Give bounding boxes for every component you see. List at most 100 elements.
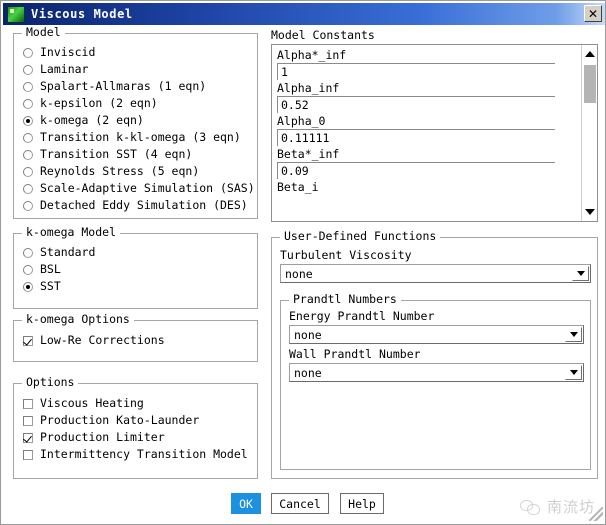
model-radio-transition-sst[interactable]: Transition SST (4 eqn) [21,146,253,163]
chevron-down-icon[interactable] [565,365,582,380]
model-group-title: Model [22,26,65,39]
dropdown-value: none [290,366,322,380]
model-radio-transition-k-kl-omega[interactable]: Transition k-kl-omega (3 eqn) [21,129,253,146]
komega-options-group: k-omega Options Low-Re Corrections [13,320,258,362]
model-radio-label: Detached Eddy Simulation (DES) [40,199,248,212]
model-radio-label: k-omega (2 eqn) [40,114,144,127]
komega-options-group-title: k-omega Options [22,313,134,326]
model-radio-laminar[interactable]: Laminar [21,61,253,78]
option-label: Viscous Heating [40,397,144,410]
energy-prandtl-label: Energy Prandtl Number [289,310,434,323]
model-radio-list: Inviscid Laminar Spalart-Allmaras (1 eqn… [21,44,253,214]
radio-icon[interactable] [23,248,33,258]
checkbox-viscous-heating[interactable]: Viscous Heating [21,395,253,412]
komega-radio-label: Standard [40,246,95,259]
turbulent-viscosity-dropdown[interactable]: none [280,264,591,283]
komega-radio-label: SST [40,280,61,293]
wall-prandtl-dropdown[interactable]: none [289,363,584,382]
komega-radio-sst[interactable]: SST [21,278,253,295]
option-label: Production Kato-Launder [40,414,199,427]
checkbox-intermittency-transition-model[interactable]: Intermittency Transition Model [21,446,253,463]
checkbox-production-limiter[interactable]: Production Limiter [21,429,253,446]
komega-model-group-title: k-omega Model [22,226,120,239]
checkbox-icon-checked[interactable] [23,433,33,443]
model-radio-reynolds-stress[interactable]: Reynolds Stress (5 eqn) [21,163,253,180]
title-bar[interactable]: Viscous Model ✕ [3,3,605,25]
checkbox-icon[interactable] [23,416,33,426]
radio-icon-selected[interactable] [23,116,33,126]
option-label: Intermittency Transition Model [40,448,248,461]
close-icon[interactable]: ✕ [584,5,602,22]
constant-label-clipped: Beta_i [277,180,575,195]
turbulent-viscosity-label: Turbulent Viscosity [280,249,412,262]
checkbox-icon-checked[interactable] [23,336,33,346]
constant-label: Alpha*_inf [277,48,575,63]
options-group-title: Options [22,376,78,389]
prandtl-numbers-group: Prandtl Numbers Energy Prandtl Number no… [280,300,591,470]
model-constants-list: Alpha*_inf Alpha_inf Alpha_0 Beta*_inf B… [272,45,580,221]
komega-model-group: k-omega Model Standard BSL SST [13,233,258,309]
chevron-down-icon[interactable] [572,266,589,281]
help-button[interactable]: Help [340,493,384,514]
energy-prandtl-dropdown[interactable]: none [289,325,584,344]
radio-icon[interactable] [23,48,33,58]
model-radio-des[interactable]: Detached Eddy Simulation (DES) [21,197,253,214]
wall-prandtl-label: Wall Prandtl Number [289,348,421,361]
radio-icon[interactable] [23,99,33,109]
radio-icon[interactable] [23,82,33,92]
dropdown-value: none [281,267,313,281]
komega-radio-list: Standard BSL SST [21,244,253,295]
checkbox-production-kato-launder[interactable]: Production Kato-Launder [21,412,253,429]
komega-radio-label: BSL [40,263,61,276]
cancel-button[interactable]: Cancel [271,493,329,514]
radio-icon[interactable] [23,133,33,143]
model-constants-scrollbar[interactable] [581,45,597,221]
ok-button[interactable]: OK [231,493,261,514]
options-list: Viscous Heating Production Kato-Launder … [21,395,253,463]
radio-icon[interactable] [23,201,33,211]
scrollbar-thumb[interactable] [584,65,596,103]
model-radio-sas[interactable]: Scale-Adaptive Simulation (SAS) [21,180,253,197]
checkbox-icon[interactable] [23,450,33,460]
model-radio-label: Laminar [40,63,88,76]
model-radio-k-epsilon[interactable]: k-epsilon (2 eqn) [21,95,253,112]
constant-input-alpha-star-inf[interactable] [277,63,555,80]
checkbox-low-re-corrections[interactable]: Low-Re Corrections [21,332,253,349]
window-title: Viscous Model [31,7,133,21]
komega-radio-standard[interactable]: Standard [21,244,253,261]
komega-radio-bsl[interactable]: BSL [21,261,253,278]
komega-option-label: Low-Re Corrections [40,334,165,347]
chevron-down-icon[interactable] [565,327,582,342]
viscous-model-dialog: Viscous Model ✕ Model Inviscid Laminar S… [0,0,606,525]
radio-icon[interactable] [23,167,33,177]
model-radio-k-omega[interactable]: k-omega (2 eqn) [21,112,253,129]
udf-group-title: User-Defined Functions [280,230,440,243]
radio-icon[interactable] [23,184,33,194]
constant-input-alpha-inf[interactable] [277,96,555,113]
radio-icon[interactable] [23,150,33,160]
radio-icon[interactable] [23,65,33,75]
dialog-button-bar: OK Cancel Help [3,493,605,519]
dialog-client-area: Model Inviscid Laminar Spalart-Allmaras … [3,26,605,523]
checkbox-icon[interactable] [23,399,33,409]
fluent-app-icon [7,6,25,23]
model-constants-title: Model Constants [271,29,375,42]
resize-grip[interactable] [589,507,603,521]
constant-label: Beta*_inf [277,147,575,162]
udf-group: User-Defined Functions Turbulent Viscosi… [271,237,598,479]
prandtl-numbers-group-title: Prandtl Numbers [289,293,401,306]
dropdown-value: none [290,328,322,342]
constant-input-beta-star-inf[interactable] [277,162,555,179]
radio-icon[interactable] [23,265,33,275]
model-radio-spalart-allmaras[interactable]: Spalart-Allmaras (1 eqn) [21,78,253,95]
model-radio-label: k-epsilon (2 eqn) [40,97,158,110]
model-constants-panel: Alpha*_inf Alpha_inf Alpha_0 Beta*_inf B… [271,44,598,222]
scroll-down-icon[interactable] [582,205,598,219]
constant-input-alpha-0[interactable] [277,129,555,146]
model-radio-label: Spalart-Allmaras (1 eqn) [40,80,206,93]
scroll-up-icon[interactable] [582,47,598,61]
model-radio-label: Transition k-kl-omega (3 eqn) [40,131,241,144]
constant-label: Alpha_inf [277,81,575,96]
model-radio-inviscid[interactable]: Inviscid [21,44,253,61]
radio-icon-selected[interactable] [23,282,33,292]
